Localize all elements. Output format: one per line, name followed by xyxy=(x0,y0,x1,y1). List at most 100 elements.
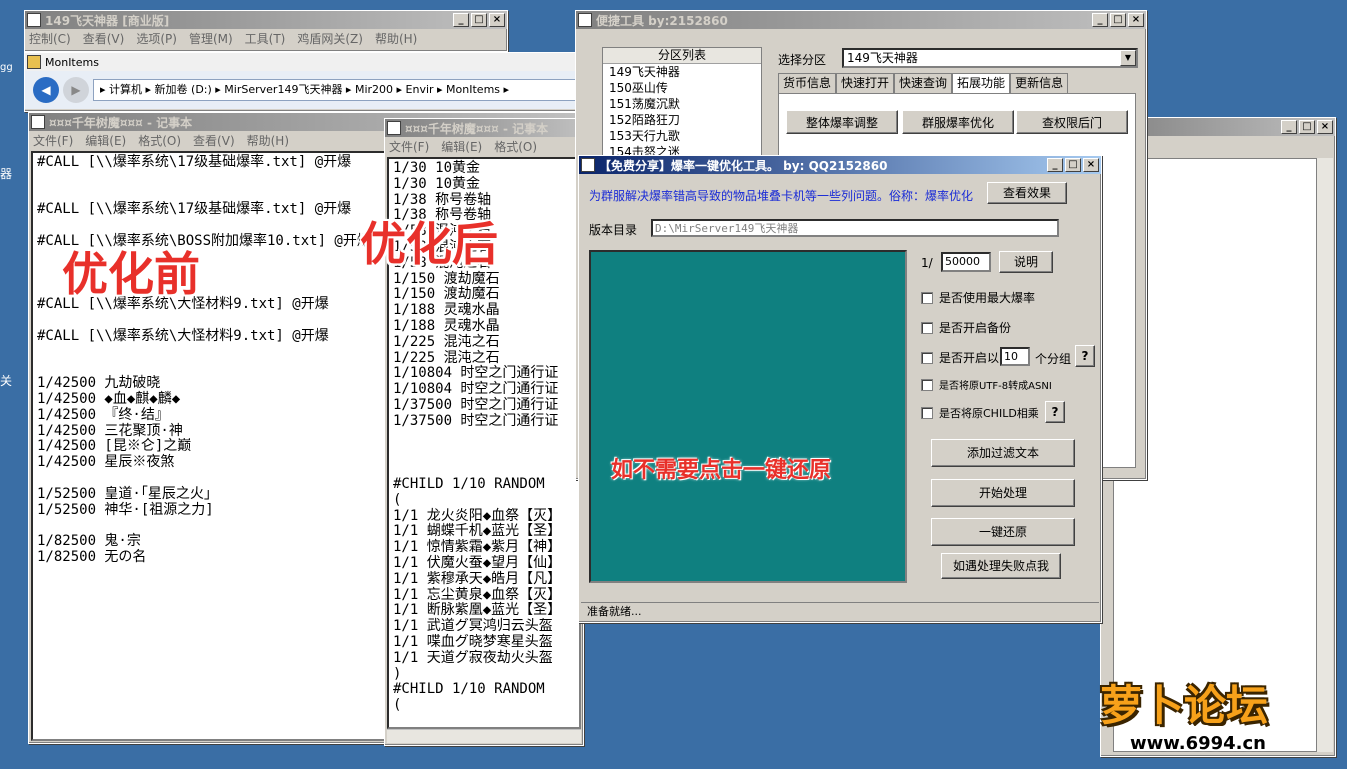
ratio-prefix: 1/ xyxy=(921,256,933,270)
menu-item[interactable]: 工具(T) xyxy=(245,30,286,47)
tab-1[interactable]: 快速打开 xyxy=(836,73,895,93)
menu-item[interactable]: 文件(F) xyxy=(389,138,429,155)
label-before: 优化前 xyxy=(62,247,200,301)
minimize-button[interactable]: _ xyxy=(1047,158,1063,172)
tab-3[interactable]: 拓展功能 xyxy=(952,73,1011,93)
maximize-button[interactable]: □ xyxy=(1299,120,1315,134)
chk-backup[interactable]: 是否开启备份 xyxy=(921,319,1011,336)
chk-max-rate[interactable]: 是否使用最大爆率 xyxy=(921,289,1035,306)
menu-item[interactable]: 查看(V) xyxy=(83,30,125,47)
ratio-field[interactable]: 50000 xyxy=(941,252,991,272)
check-backdoor-button[interactable]: 查权限后门 xyxy=(1016,110,1128,134)
minimize-button[interactable]: _ xyxy=(1281,120,1297,134)
optimizer-description: 为群服解决爆率错高导致的物品堆叠卡机等一些列问题。俗称：爆率优化 xyxy=(589,189,974,203)
address-path[interactable]: ▸ 计算机 ▸ 新加卷 (D:) ▸ MirServer149飞天神器 ▸ Mi… xyxy=(93,79,583,101)
menu-item[interactable]: 选项(P) xyxy=(136,30,177,47)
close-button[interactable]: × xyxy=(1128,13,1144,27)
checkbox[interactable] xyxy=(921,351,933,364)
restore-button[interactable]: 一键还原 xyxy=(931,518,1075,546)
optimizer-titlebar: 【免费分享】爆率一键优化工具。 by: QQ2152860 _ □ × xyxy=(579,156,1101,174)
chk-child[interactable]: 是否将原CHILD相乘 xyxy=(921,405,1039,421)
chk-group[interactable]: 是否开启以 xyxy=(921,349,999,366)
close-button[interactable]: × xyxy=(1083,158,1099,172)
minimize-button[interactable]: _ xyxy=(453,13,469,27)
tools-icon xyxy=(578,13,592,27)
group-suffix: 个分组 xyxy=(1035,352,1072,366)
app-icon xyxy=(27,13,41,27)
tab-2[interactable]: 快速查询 xyxy=(894,73,953,93)
maximize-button[interactable]: □ xyxy=(1065,158,1081,172)
partition-list-item[interactable]: 149飞天神器 xyxy=(603,64,761,80)
checkbox[interactable] xyxy=(921,407,933,419)
chk-backup-label: 是否开启备份 xyxy=(939,321,1012,335)
main-app-menubar: 控制(C) 查看(V) 选项(P) 管理(M) 工具(T) 鸡盾网关(Z) 帮助(H) xyxy=(25,29,507,48)
tools-titlebar: 便捷工具 by:2152860 _ □ × xyxy=(576,11,1146,29)
main-app-window: 149飞天神器 [商业版] _ □ × 控制(C) 查看(V) 选项(P) 管理(M) 工具… xyxy=(24,10,508,52)
group-count-field[interactable]: 10 xyxy=(1000,347,1030,366)
partition-list-item[interactable]: 151荡魔沉默 xyxy=(603,96,761,112)
horizontal-scrollbar[interactable] xyxy=(387,729,581,743)
menu-item[interactable]: 管理(M) xyxy=(189,30,233,47)
menu-item[interactable]: 格式(O) xyxy=(138,132,181,149)
main-app-titlebar: 149飞天神器 [商业版] _ □ × xyxy=(25,11,507,29)
forward-button[interactable]: ▶ xyxy=(63,77,89,103)
add-filter-button[interactable]: 添加过滤文本 xyxy=(931,439,1075,467)
tab-0[interactable]: 货币信息 xyxy=(778,73,837,93)
close-button[interactable]: × xyxy=(489,13,505,27)
desktop-edge-text: gg xyxy=(0,62,13,73)
partition-list-item[interactable]: 150巫山传 xyxy=(603,80,761,96)
group-help-button[interactable]: ? xyxy=(1075,345,1095,367)
partition-select[interactable]: 149飞天神器 ▼ xyxy=(842,48,1138,68)
menu-item[interactable]: 帮助(H) xyxy=(247,132,289,149)
close-button[interactable]: × xyxy=(1317,120,1333,134)
chk-utf8-label: 是否将原UTF-8转成ASNI xyxy=(939,381,1052,392)
partition-list-item[interactable]: 153天行九歌 xyxy=(603,128,761,144)
maximize-button[interactable]: □ xyxy=(1110,13,1126,27)
optimizer-window: 【免费分享】爆率一键优化工具。 by: QQ2152860 _ □ × 为群服解决爆… xyxy=(578,155,1102,623)
forum-url: www.6994.cn xyxy=(1130,733,1266,754)
partition-list-item[interactable]: 152陌路狂刀 xyxy=(603,112,761,128)
desktop-edge-text: 器 xyxy=(0,167,13,181)
view-effect-button[interactable]: 查看效果 xyxy=(987,182,1067,204)
menu-item[interactable]: 格式(O) xyxy=(494,138,537,155)
menu-item[interactable]: 编辑(E) xyxy=(441,138,482,155)
group-rate-button[interactable]: 群服爆率优化 xyxy=(902,110,1014,134)
checkbox[interactable] xyxy=(921,378,933,391)
overall-rate-button[interactable]: 整体爆率调整 xyxy=(786,110,898,134)
minimize-button[interactable]: _ xyxy=(1092,13,1108,27)
back-button[interactable]: ◀ xyxy=(33,77,59,103)
child-help-button[interactable]: ? xyxy=(1045,401,1065,423)
menu-item[interactable]: 编辑(E) xyxy=(85,132,126,149)
notepad-icon xyxy=(31,115,45,129)
tools-tabs: 货币信息 快速打开 快速查询 拓展功能 更新信息 xyxy=(778,73,1069,93)
dir-label: 版本目录 xyxy=(589,223,638,237)
tools-title: 便捷工具 by:2152860 xyxy=(596,13,728,28)
chk-max-rate-label: 是否使用最大爆率 xyxy=(939,291,1036,305)
chevron-down-icon: ▼ xyxy=(1120,50,1136,66)
chk-group-label: 是否开启以 xyxy=(939,351,1000,365)
help-on-fail-button[interactable]: 如遇处理失败点我 xyxy=(941,553,1061,579)
menu-item[interactable]: 查看(V) xyxy=(193,132,235,149)
menu-item[interactable]: 鸡盾网关(Z) xyxy=(297,30,363,47)
checkbox[interactable] xyxy=(921,321,933,334)
explorer-title: MonItems xyxy=(45,55,99,69)
chk-utf8[interactable]: 是否将原UTF-8转成ASNI xyxy=(921,377,1052,392)
status-bar: 准备就绪... xyxy=(581,602,1099,620)
explorer-window: MonItems ◀ ▶ ▸ 计算机 ▸ 新加卷 (D:) ▸ MirServe… xyxy=(24,52,584,112)
scrollbar[interactable] xyxy=(1317,158,1333,752)
menu-item[interactable]: 帮助(H) xyxy=(375,30,417,47)
menu-item[interactable]: 控制(C) xyxy=(29,30,71,47)
maximize-button[interactable]: □ xyxy=(471,13,487,27)
notepad-right-title: ¤¤¤千年树魔¤¤¤ - 记事本 xyxy=(405,121,549,136)
menu-item[interactable]: 文件(F) xyxy=(33,132,73,149)
notepad-icon xyxy=(387,121,401,135)
dir-field[interactable]: D:\MirServer149飞天神器 xyxy=(651,219,1059,237)
start-button[interactable]: 开始处理 xyxy=(931,479,1075,507)
partition-list-header: 分区列表 xyxy=(603,48,761,64)
tab-4[interactable]: 更新信息 xyxy=(1010,73,1069,93)
preview-panel xyxy=(589,250,907,583)
checkbox[interactable] xyxy=(921,291,933,304)
chk-child-label: 是否将原CHILD相乘 xyxy=(939,407,1039,420)
partition-list: 分区列表 149飞天神器 150巫山传 151荡魔沉默 152陌路狂刀 153天行九歌 1… xyxy=(602,47,762,167)
explain-button[interactable]: 说明 xyxy=(999,251,1053,273)
